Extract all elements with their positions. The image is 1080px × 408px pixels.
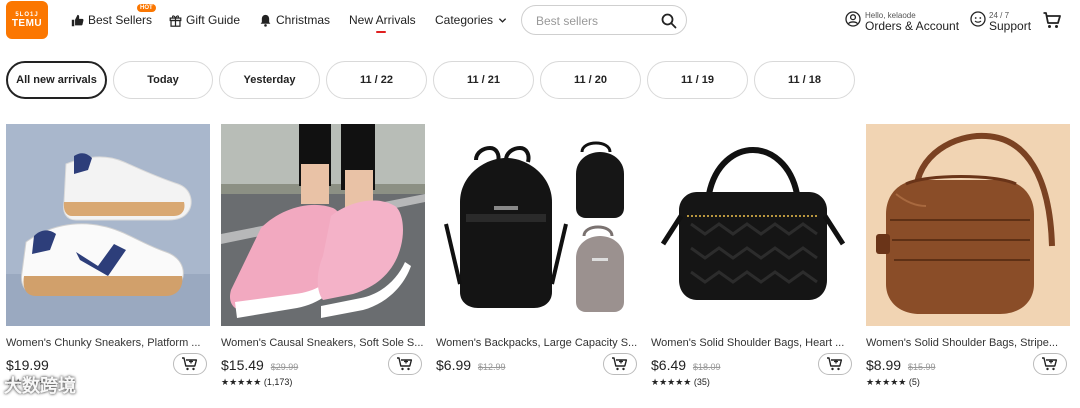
- filter-date[interactable]: 11 / 18: [754, 61, 855, 99]
- product-price-row: $6.99 $12.99: [436, 357, 505, 373]
- filter-all-new-arrivals[interactable]: All new arrivals: [6, 61, 107, 99]
- rating-count: (5): [908, 377, 920, 387]
- product-image[interactable]: [866, 124, 1070, 326]
- support-label: Support: [989, 19, 1032, 33]
- product-rating: ★★★★★ (5): [866, 377, 920, 388]
- product-price-row: $8.99 $15.99: [866, 357, 935, 373]
- support-link[interactable]: 24 / 7 Support: [970, 7, 1031, 35]
- product-price-row: $15.49 $29.99: [221, 357, 298, 373]
- nav-label: New Arrivals: [349, 13, 416, 27]
- active-underline: [376, 31, 386, 33]
- filter-yesterday[interactable]: Yesterday: [219, 61, 320, 99]
- product-title[interactable]: Women's Backpacks, Large Capacity S...: [436, 337, 640, 349]
- product-image[interactable]: [436, 124, 640, 326]
- search-bar: [521, 5, 687, 35]
- account-label: Orders & Account: [865, 19, 960, 33]
- product-image[interactable]: [221, 124, 425, 326]
- temu-logo[interactable]: 5LO1J TEMU: [6, 1, 48, 39]
- product-title[interactable]: Women's Causal Sneakers, Soft Sole S...: [221, 337, 425, 349]
- product-old-price: $29.99: [270, 362, 299, 372]
- add-to-cart-button[interactable]: [388, 353, 422, 375]
- nav-new-arrivals[interactable]: New Arrivals: [349, 11, 416, 33]
- product-price-row: $6.49 $18.09: [651, 357, 720, 373]
- nav-label: Christmas: [276, 13, 331, 27]
- product-card[interactable]: Women's Backpacks, Large Capacity S... $…: [436, 124, 640, 404]
- nav-label: Best Sellers: [88, 13, 153, 27]
- add-cart-icon: [1042, 357, 1058, 371]
- product-old-price: $12.99: [477, 362, 506, 372]
- add-to-cart-button[interactable]: [1033, 353, 1067, 375]
- orders-account[interactable]: Hello, kelaode Orders & Account: [845, 7, 959, 35]
- product-price: $15.49: [221, 357, 264, 373]
- filter-date[interactable]: 11 / 19: [647, 61, 748, 99]
- product-price-row: $19.99: [6, 357, 52, 373]
- product-title[interactable]: Women's Chunky Sneakers, Platform ...: [6, 337, 210, 349]
- product-image[interactable]: [651, 124, 855, 326]
- product-rating: ★★★★★ (1,173): [221, 377, 292, 388]
- watermark: 大数跨境: [4, 376, 76, 396]
- cart-icon[interactable]: [1042, 10, 1062, 30]
- add-cart-icon: [612, 357, 628, 371]
- hot-badge: HOT: [137, 4, 156, 12]
- rating-stars: ★★★★★: [866, 377, 907, 387]
- product-price: $6.49: [651, 357, 687, 373]
- user-icon: [845, 10, 861, 32]
- search-icon[interactable]: [660, 12, 678, 30]
- add-cart-icon: [182, 357, 198, 371]
- product-price: $19.99: [6, 357, 49, 373]
- product-card[interactable]: Women's Solid Shoulder Bags, Heart ... $…: [651, 124, 855, 404]
- rating-count: (1,173): [263, 377, 293, 387]
- product-title[interactable]: Women's Solid Shoulder Bags, Stripe...: [866, 337, 1070, 349]
- product-card[interactable]: Women's Chunky Sneakers, Platform ... $1…: [6, 124, 210, 404]
- add-cart-icon: [827, 357, 843, 371]
- nav-label: Categories: [435, 13, 494, 27]
- chevron-down-icon: [495, 13, 509, 27]
- add-cart-icon: [397, 357, 413, 371]
- thumbs-up-icon: [70, 13, 84, 27]
- nav-christmas[interactable]: Christmas: [258, 11, 330, 29]
- add-to-cart-button[interactable]: [173, 353, 207, 375]
- product-card[interactable]: Women's Causal Sneakers, Soft Sole S... …: [221, 124, 425, 404]
- product-image[interactable]: [6, 124, 210, 326]
- filter-date[interactable]: 11 / 20: [540, 61, 641, 99]
- add-to-cart-button[interactable]: [818, 353, 852, 375]
- logo-text: TEMU: [11, 17, 43, 29]
- product-title[interactable]: Women's Solid Shoulder Bags, Heart ...: [651, 337, 855, 349]
- nav-categories[interactable]: Categories: [435, 11, 509, 29]
- support-icon: [970, 10, 986, 32]
- nav-gift-guide[interactable]: Gift Guide: [168, 11, 240, 29]
- product-old-price: $15.99: [907, 362, 936, 372]
- search-input[interactable]: [536, 12, 656, 30]
- rating-count: (35): [693, 377, 710, 387]
- nav-best-sellers[interactable]: Best Sellers HOT: [70, 4, 156, 29]
- filter-date[interactable]: 11 / 22: [326, 61, 427, 99]
- gift-icon: [168, 13, 182, 27]
- product-price: $6.99: [436, 357, 472, 373]
- product-rating: ★★★★★ (35): [651, 377, 710, 388]
- rating-stars: ★★★★★: [221, 377, 262, 387]
- product-card[interactable]: Women's Solid Shoulder Bags, Stripe... $…: [866, 124, 1070, 404]
- filter-date[interactable]: 11 / 21: [433, 61, 534, 99]
- filter-today[interactable]: Today: [113, 61, 213, 99]
- add-to-cart-button[interactable]: [603, 353, 637, 375]
- product-price: $8.99: [866, 357, 902, 373]
- top-header: 5LO1J TEMU Best Sellers HOT Gift Guide C…: [0, 0, 1080, 44]
- nav-label: Gift Guide: [186, 13, 241, 27]
- bell-icon: [258, 13, 272, 27]
- rating-stars: ★★★★★: [651, 377, 692, 387]
- product-old-price: $18.09: [692, 362, 721, 372]
